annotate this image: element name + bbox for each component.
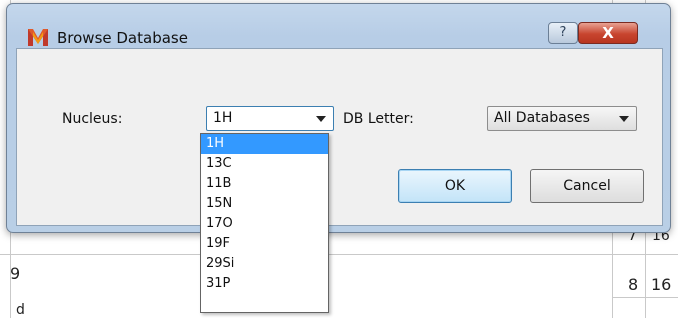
list-item[interactable]: 11B [201, 174, 328, 194]
dialog-title: Browse Database [57, 29, 188, 47]
list-item[interactable]: 19F [201, 234, 328, 254]
chevron-down-icon [619, 116, 629, 122]
ok-button[interactable]: OK [398, 169, 512, 203]
row-label: 9 [10, 264, 21, 283]
list-item[interactable]: 15N [201, 194, 328, 214]
list-item[interactable]: 1H [201, 134, 328, 154]
table-cell: 16 [651, 275, 672, 294]
cancel-button[interactable]: Cancel [530, 169, 644, 203]
nucleus-select-value: 1H [213, 110, 233, 126]
list-item[interactable]: 31P [201, 274, 328, 294]
db-letter-label: DB Letter: [343, 111, 414, 127]
chevron-down-icon [316, 116, 326, 122]
app-logo-icon [27, 26, 49, 48]
title-bar[interactable]: Browse Database ? X [7, 4, 670, 47]
help-button[interactable]: ? [548, 22, 578, 44]
partial-text: d [16, 302, 25, 318]
table-cell: 8 [628, 275, 639, 294]
nucleus-label: Nucleus: [62, 111, 123, 127]
db-letter-select[interactable]: All Databases [487, 106, 637, 131]
nucleus-dropdown-list[interactable]: 1H 13C 11B 15N 17O 19F 29Si 31P [200, 133, 329, 313]
list-item[interactable]: 13C [201, 154, 328, 174]
nucleus-select[interactable]: 1H [206, 106, 334, 131]
browse-database-dialog: Browse Database ? X Nucleus: 1H DB Lette… [6, 3, 671, 233]
dialog-content: Nucleus: 1H DB Letter: All Databases OK … [16, 48, 663, 226]
list-item[interactable]: 17O [201, 214, 328, 234]
db-letter-select-value: All Databases [494, 110, 590, 126]
grid-line [0, 254, 678, 255]
list-item[interactable]: 29Si [201, 254, 328, 274]
grid-line [612, 297, 678, 298]
close-button[interactable]: X [578, 22, 638, 44]
